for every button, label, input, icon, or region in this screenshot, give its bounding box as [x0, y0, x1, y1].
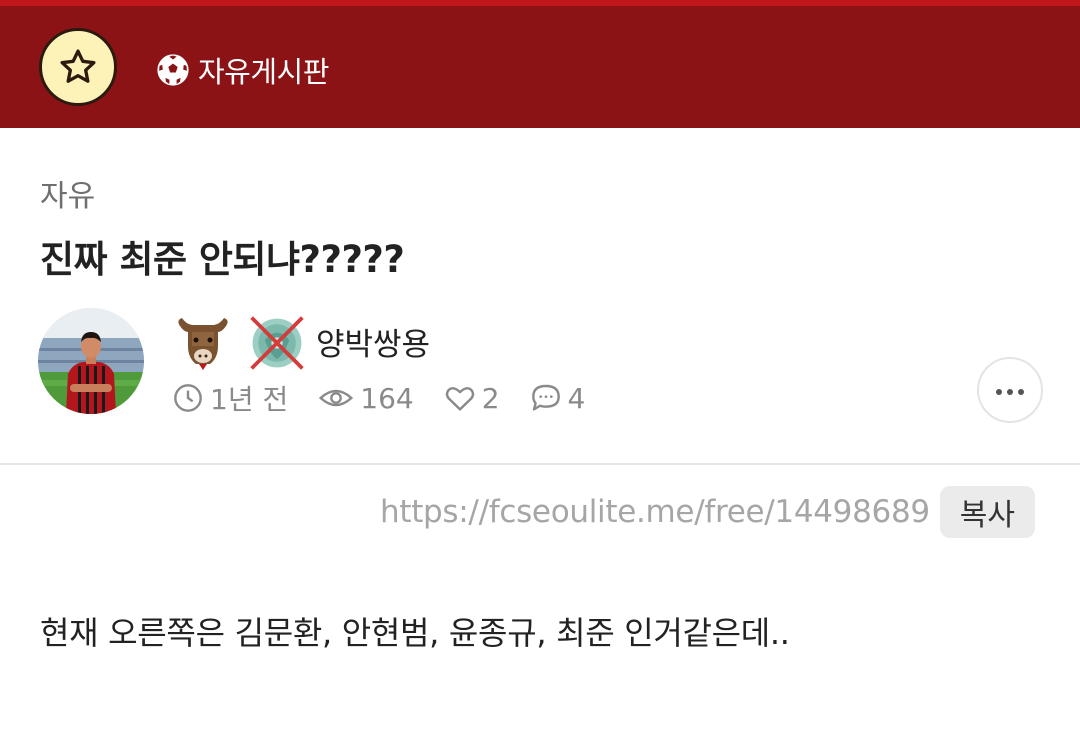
author-name[interactable]: 양박쌍용 [316, 319, 430, 364]
more-options-button[interactable] [977, 357, 1043, 423]
post-views: 164 [318, 381, 414, 415]
bull-icon [172, 310, 234, 372]
ellipsis-icon [995, 381, 1025, 400]
post-likes-count: 2 [481, 381, 500, 415]
board-title-link[interactable]: 자유게시판 [156, 50, 329, 90]
post-comments-count: 4 [567, 381, 586, 415]
post-body: 현재 오른쪽은 김문환, 안현범, 윤종규, 최준 인거같은데.. [40, 614, 790, 652]
post-url: https://fcseoulite.me/free/14498689 [380, 494, 930, 530]
favorite-button[interactable] [39, 28, 117, 106]
eye-icon [318, 382, 354, 414]
post-likes[interactable]: 2 [444, 382, 500, 415]
star-icon [58, 47, 98, 87]
top-app-bar: 자유게시판 [0, 0, 1080, 128]
section-divider [0, 463, 1080, 465]
post-title: 진짜 최준 안되냐????? [40, 238, 405, 281]
heart-icon [444, 382, 476, 414]
post-comments[interactable]: 4 [530, 381, 586, 415]
post-meta: 1년 전 164 2 4 [172, 378, 615, 418]
post-time: 1년 전 [172, 378, 288, 418]
comment-icon [530, 382, 562, 414]
author-avatar[interactable] [38, 308, 144, 414]
board-title: 자유게시판 [198, 55, 329, 89]
post-category: 자유 [40, 179, 96, 214]
clock-icon [172, 382, 204, 414]
soccer-ball-icon [156, 53, 190, 87]
post-time-text: 1년 전 [210, 383, 289, 416]
post-url-row: https://fcseoulite.me/free/14498689 복사 [380, 486, 1035, 538]
crossed-out-emblem-icon [246, 310, 308, 372]
copy-url-button[interactable]: 복사 [939, 486, 1035, 538]
post-views-count: 164 [360, 381, 414, 415]
